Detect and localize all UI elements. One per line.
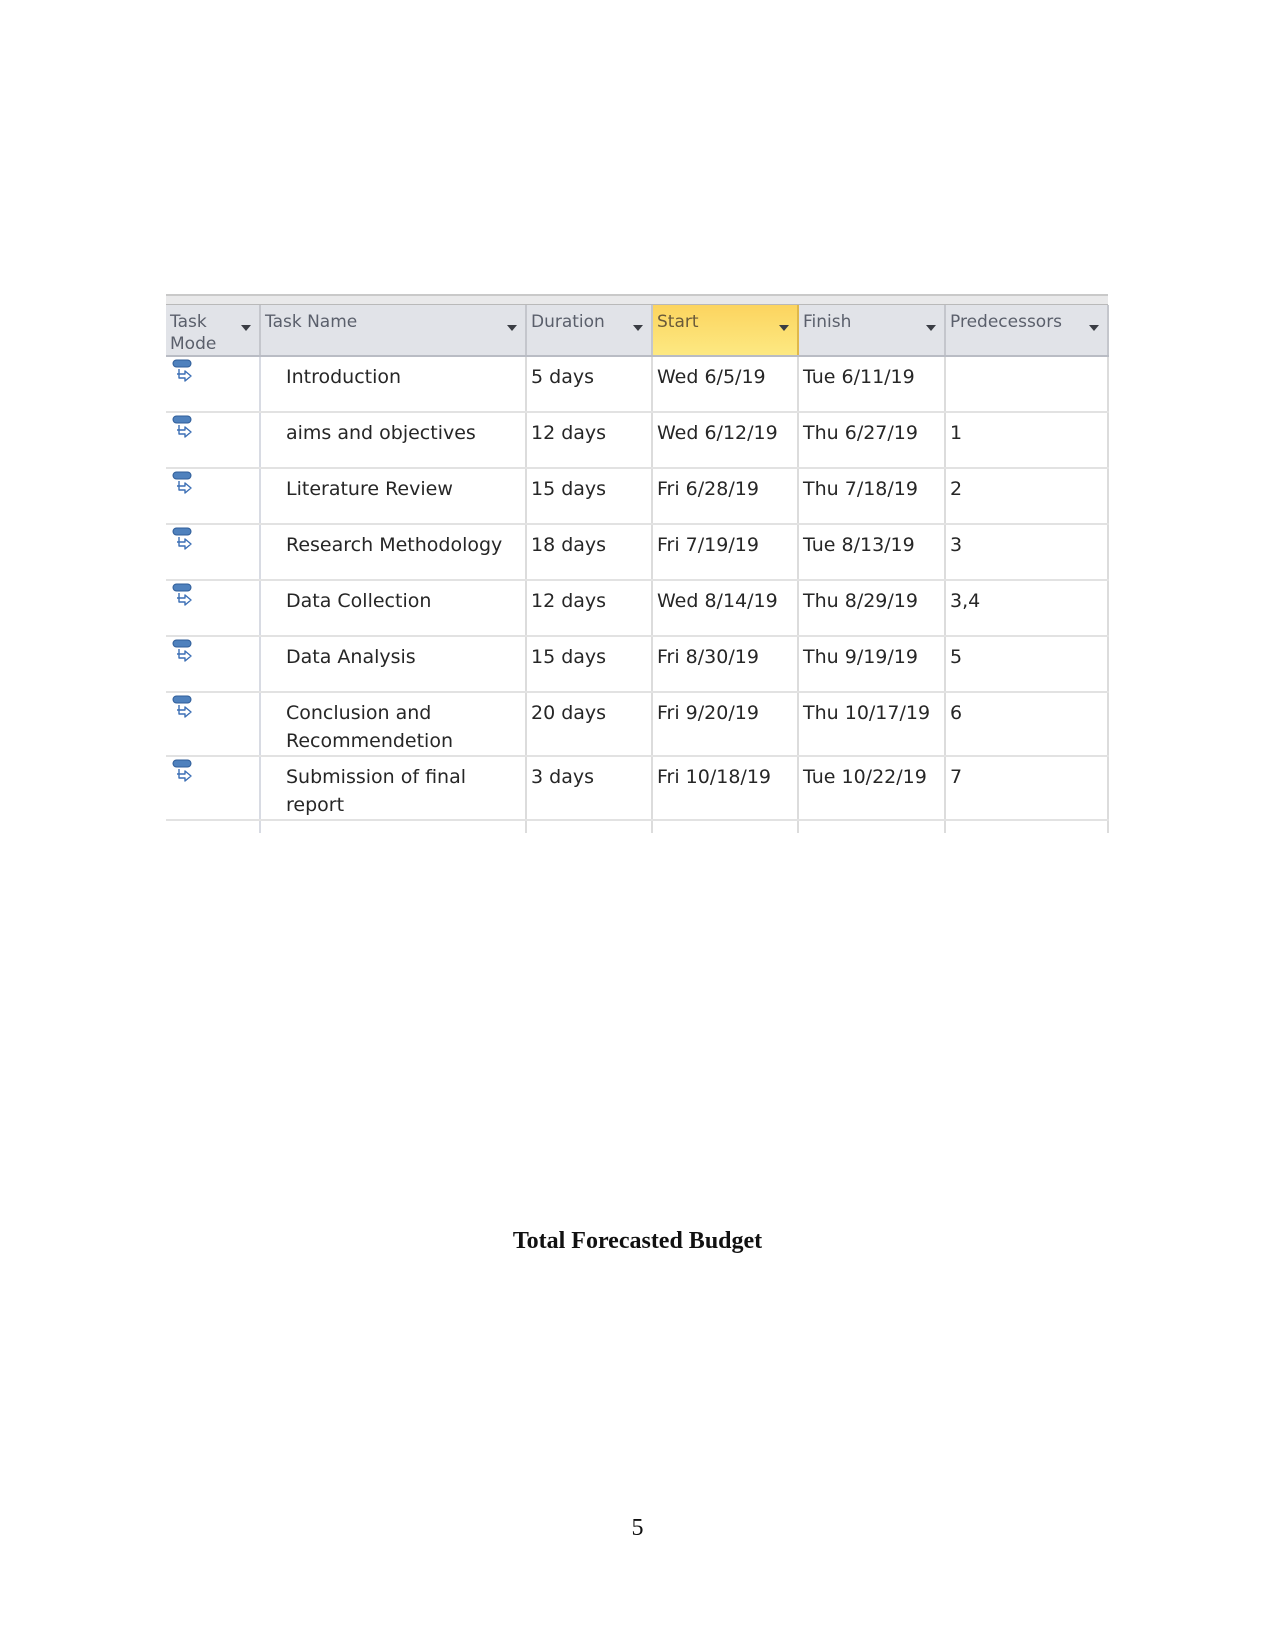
task-mode-cell[interactable] bbox=[166, 636, 261, 693]
start-cell[interactable]: Fri 9/20/19 bbox=[652, 692, 799, 757]
task-mode-cell[interactable] bbox=[166, 412, 261, 469]
header-row: Task Mode Task Name Duration Start Finis… bbox=[166, 305, 1109, 357]
auto-scheduled-task-icon bbox=[172, 759, 192, 782]
finish-cell[interactable]: Thu 9/19/19 bbox=[798, 636, 946, 693]
table-row[interactable]: Introduction 5 days Wed 6/5/19 Tue 6/11/… bbox=[166, 356, 1109, 413]
task-name-cell[interactable]: Literature Review bbox=[260, 468, 527, 525]
predecessors-cell[interactable]: 6 bbox=[945, 692, 1109, 757]
duration-cell[interactable]: 3 days bbox=[526, 756, 653, 821]
duration-cell[interactable]: 15 days bbox=[526, 636, 653, 693]
table-row[interactable]: Data Analysis 15 days Fri 8/30/19 Thu 9/… bbox=[166, 636, 1109, 693]
task-mode-cell[interactable] bbox=[166, 356, 261, 413]
predecessors-cell[interactable]: 7 bbox=[945, 756, 1109, 821]
dropdown-arrow-icon[interactable] bbox=[779, 325, 789, 331]
task-table: Task Mode Task Name Duration Start Finis… bbox=[166, 305, 1109, 833]
finish-cell[interactable]: Thu 7/18/19 bbox=[798, 468, 946, 525]
start-cell[interactable]: Fri 7/19/19 bbox=[652, 524, 799, 581]
task-name-cell[interactable]: Data Analysis bbox=[260, 636, 527, 693]
dropdown-arrow-icon[interactable] bbox=[241, 325, 251, 331]
table-row[interactable]: aims and objectives 12 days Wed 6/12/19 … bbox=[166, 412, 1109, 469]
column-header-predecessors[interactable]: Predecessors bbox=[945, 305, 1109, 357]
task-mode-cell[interactable] bbox=[166, 580, 261, 637]
finish-cell[interactable]: Thu 6/27/19 bbox=[798, 412, 946, 469]
empty-cell[interactable] bbox=[166, 820, 261, 833]
duration-cell[interactable]: 12 days bbox=[526, 580, 653, 637]
task-mode-cell[interactable] bbox=[166, 468, 261, 525]
duration-cell[interactable]: 5 days bbox=[526, 356, 653, 413]
auto-scheduled-task-icon bbox=[172, 639, 192, 662]
start-cell[interactable]: Wed 6/5/19 bbox=[652, 356, 799, 413]
finish-cell[interactable]: Thu 8/29/19 bbox=[798, 580, 946, 637]
empty-cell[interactable] bbox=[798, 820, 946, 833]
auto-scheduled-task-icon bbox=[172, 583, 192, 606]
auto-scheduled-task-icon bbox=[172, 415, 192, 438]
start-cell[interactable]: Fri 6/28/19 bbox=[652, 468, 799, 525]
page-number: 5 bbox=[631, 1515, 644, 1541]
predecessors-cell[interactable]: 2 bbox=[945, 468, 1109, 525]
start-cell[interactable]: Wed 8/14/19 bbox=[652, 580, 799, 637]
task-mode-cell[interactable] bbox=[166, 524, 261, 581]
column-header-finish[interactable]: Finish bbox=[798, 305, 946, 357]
start-cell[interactable]: Fri 8/30/19 bbox=[652, 636, 799, 693]
finish-cell[interactable]: Tue 6/11/19 bbox=[798, 356, 946, 413]
finish-cell[interactable]: Tue 8/13/19 bbox=[798, 524, 946, 581]
finish-cell[interactable]: Thu 10/17/19 bbox=[798, 692, 946, 757]
column-header-task-mode[interactable]: Task Mode bbox=[166, 305, 261, 357]
task-name-cell[interactable]: Conclusion and Recommendetion bbox=[260, 692, 527, 757]
table-row[interactable]: Research Methodology 18 days Fri 7/19/19… bbox=[166, 524, 1109, 581]
auto-scheduled-task-icon bbox=[172, 359, 192, 382]
task-name-cell[interactable]: aims and objectives bbox=[260, 412, 527, 469]
empty-cell[interactable] bbox=[652, 820, 799, 833]
column-header-duration[interactable]: Duration bbox=[526, 305, 653, 357]
duration-cell[interactable]: 18 days bbox=[526, 524, 653, 581]
start-cell[interactable]: Fri 10/18/19 bbox=[652, 756, 799, 821]
dropdown-arrow-icon[interactable] bbox=[926, 325, 936, 331]
auto-scheduled-task-icon bbox=[172, 695, 192, 718]
auto-scheduled-task-icon bbox=[172, 527, 192, 550]
task-name-cell[interactable]: Introduction bbox=[260, 356, 527, 413]
column-header-start[interactable]: Start bbox=[652, 305, 799, 357]
auto-scheduled-task-icon bbox=[172, 471, 192, 494]
empty-row[interactable] bbox=[166, 820, 1109, 833]
table-top-bar bbox=[166, 294, 1108, 305]
gantt-task-table: Task Mode Task Name Duration Start Finis… bbox=[166, 294, 1109, 833]
empty-cell[interactable] bbox=[260, 820, 527, 833]
start-cell[interactable]: Wed 6/12/19 bbox=[652, 412, 799, 469]
task-name-cell[interactable]: Research Methodology bbox=[260, 524, 527, 581]
predecessors-cell[interactable] bbox=[945, 356, 1109, 413]
dropdown-arrow-icon[interactable] bbox=[633, 325, 643, 331]
duration-cell[interactable]: 20 days bbox=[526, 692, 653, 757]
predecessors-cell[interactable]: 1 bbox=[945, 412, 1109, 469]
table-row[interactable]: Submission of final report 3 days Fri 10… bbox=[166, 756, 1109, 821]
task-name-cell[interactable]: Submission of final report bbox=[260, 756, 527, 821]
empty-cell[interactable] bbox=[945, 820, 1109, 833]
table-row[interactable]: Data Collection 12 days Wed 8/14/19 Thu … bbox=[166, 580, 1109, 637]
empty-cell[interactable] bbox=[526, 820, 653, 833]
dropdown-arrow-icon[interactable] bbox=[507, 325, 517, 331]
table-row[interactable]: Conclusion and Recommendetion 20 days Fr… bbox=[166, 692, 1109, 757]
dropdown-arrow-icon[interactable] bbox=[1089, 325, 1099, 331]
section-heading: Total Forecasted Budget bbox=[512, 1228, 763, 1254]
task-name-cell[interactable]: Data Collection bbox=[260, 580, 527, 637]
column-header-task-name[interactable]: Task Name bbox=[260, 305, 527, 357]
table-row[interactable]: Literature Review 15 days Fri 6/28/19 Th… bbox=[166, 468, 1109, 525]
task-mode-cell[interactable] bbox=[166, 756, 261, 821]
task-mode-cell[interactable] bbox=[166, 692, 261, 757]
predecessors-cell[interactable]: 3 bbox=[945, 524, 1109, 581]
predecessors-cell[interactable]: 5 bbox=[945, 636, 1109, 693]
finish-cell[interactable]: Tue 10/22/19 bbox=[798, 756, 946, 821]
predecessors-cell[interactable]: 3,4 bbox=[945, 580, 1109, 637]
duration-cell[interactable]: 15 days bbox=[526, 468, 653, 525]
duration-cell[interactable]: 12 days bbox=[526, 412, 653, 469]
